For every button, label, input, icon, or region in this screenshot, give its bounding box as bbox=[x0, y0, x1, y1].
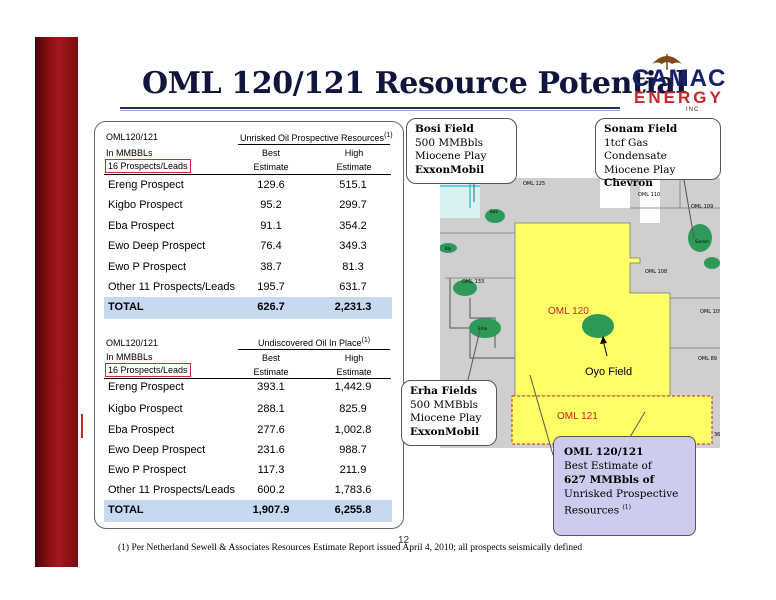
callout-oml-title: OML 120/121 bbox=[564, 446, 644, 458]
callout-oml-line4: Unrisked Prospective bbox=[564, 488, 679, 500]
callout-sonam: Sonam Field 1tcf Gas Condensate Miocene … bbox=[595, 118, 721, 189]
callout-oml-line3: 627 MMBbls of bbox=[564, 474, 655, 486]
callout-sonam-operator: Chevron bbox=[604, 177, 653, 189]
callout-sonam-title: Sonam Field bbox=[604, 123, 678, 135]
callout-oml-resources: Resources bbox=[564, 504, 620, 517]
erha-pointer bbox=[466, 329, 481, 385]
oml-pointer-b bbox=[629, 411, 646, 438]
callout-oml-line5: Resources (1) bbox=[564, 501, 685, 518]
callout-oml-summary: OML 120/121 Best Estimate of 627 MMBbls … bbox=[553, 436, 696, 536]
callout-erha-operator: ExxonMobil bbox=[410, 425, 480, 438]
callout-sonam-line1: 1tcf Gas Condensate bbox=[604, 136, 667, 163]
callout-oml-line2: Best Estimate of bbox=[564, 460, 652, 472]
oml-pointer-a bbox=[529, 374, 554, 456]
callout-oml-sup: (1) bbox=[622, 504, 631, 511]
callout-sonam-line2: Miocene Play bbox=[604, 163, 676, 176]
callout-erha-title: Erha Fields bbox=[410, 385, 477, 397]
callout-erha-line1: 500 MMBbls bbox=[410, 398, 479, 411]
callout-bosi-operator: ExxonMobil bbox=[415, 163, 485, 176]
callout-erha: Erha Fields 500 MMBbls Miocene Play Exxo… bbox=[401, 380, 497, 446]
callout-bosi-line2: Miocene Play bbox=[415, 150, 487, 162]
callout-bosi-line1: 500 MMBbls bbox=[415, 136, 484, 149]
callout-erha-line2: Miocene Play bbox=[410, 412, 482, 424]
callout-bosi: Bosi Field 500 MMBbls Miocene Play Exxon… bbox=[406, 118, 517, 184]
callout-bosi-title: Bosi Field bbox=[415, 123, 474, 135]
